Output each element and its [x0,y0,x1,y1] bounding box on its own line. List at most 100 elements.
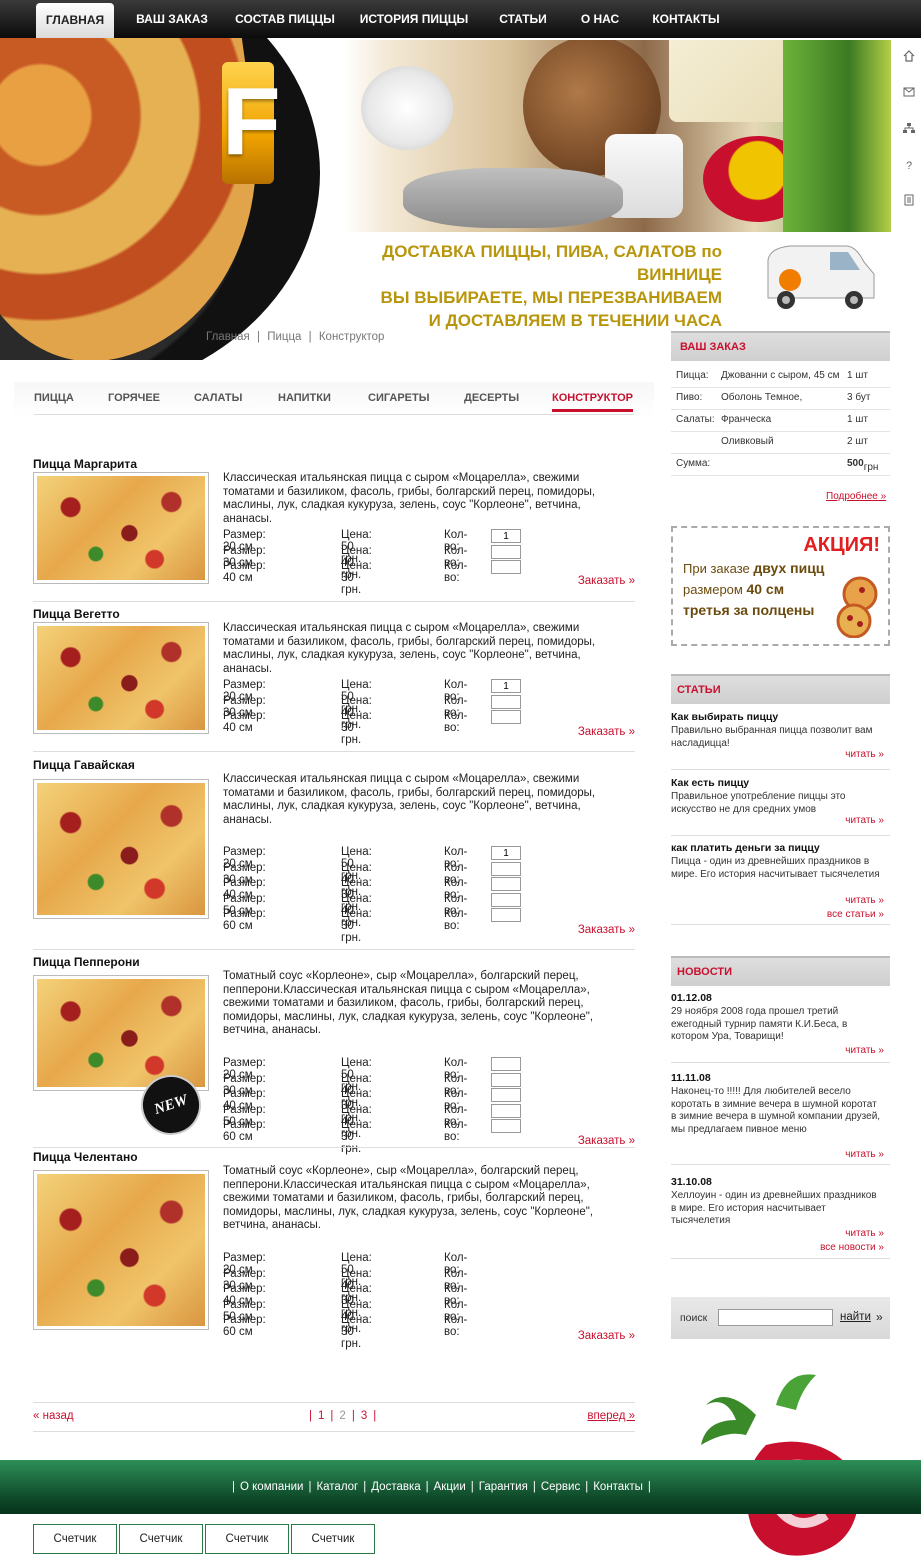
tab-constructor[interactable]: КОНСТРУКТОР [552,392,633,412]
quantity-input[interactable] [491,1119,521,1133]
quantity-input[interactable] [491,529,521,543]
all-articles-link[interactable]: все статьи » [827,909,884,920]
tab-drinks[interactable]: НАПИТКИ [278,392,331,404]
footer-link-delivery[interactable]: Доставка [371,1481,420,1493]
counter-badge[interactable]: Счетчик [119,1524,203,1554]
order-button[interactable]: Заказать » [578,1330,635,1342]
product-image[interactable] [33,975,209,1091]
page-link-1[interactable]: 1 [318,1410,324,1422]
site-logo[interactable]: F [222,62,281,184]
quantity-input[interactable] [491,694,521,709]
quantity-input[interactable] [491,908,521,922]
quantity-input[interactable] [491,846,521,860]
read-more-link[interactable]: читать » [845,1228,884,1239]
cart-details-link[interactable]: Подробнее » [826,491,886,502]
product-image[interactable] [33,1170,209,1330]
article-title[interactable]: как платить деньги за пиццу [671,842,890,854]
quantity-input[interactable] [491,1057,521,1071]
article-text: Пицца - один из древнейших праздников в … [671,856,880,880]
order-button[interactable]: Заказать » [578,726,635,738]
nav-item-your-order[interactable]: ВАШ ЗАКАЗ [126,0,218,38]
promo-pizza-image [836,576,878,638]
read-more-link[interactable]: читать » [845,749,884,760]
footer-link-catalog[interactable]: Каталог [316,1481,358,1493]
quantity-input[interactable] [491,1103,521,1118]
page-link-3[interactable]: 3 [361,1410,367,1422]
product-name[interactable]: Пицца Гавайская [33,758,135,772]
quantity-input[interactable] [491,1088,521,1102]
order-button[interactable]: Заказать » [578,924,635,936]
product-image[interactable] [33,472,209,584]
read-more-link[interactable]: читать » [845,1045,884,1056]
news-text: Хеллоуин - один из древнейших праздников… [671,1190,877,1226]
article-title[interactable]: Как есть пиццу [671,777,890,789]
article-title[interactable]: Как выбирать пиццу [671,711,890,723]
counter-badge[interactable]: Счетчик [205,1524,289,1554]
promo-line-3: И ДОСТАВЛЯЕМ В ТЕЧЕНИИ ЧАСА [428,311,722,330]
tab-cigarettes[interactable]: СИГАРЕТЫ [368,392,430,404]
read-more-link[interactable]: читать » [845,815,884,826]
footer-link-warranty[interactable]: Гарантия [479,1481,528,1493]
quantity-input[interactable] [491,679,521,693]
search-input[interactable] [718,1309,833,1326]
breadcrumb-home[interactable]: Главная [206,331,250,343]
footer-link-service[interactable]: Сервис [541,1481,580,1493]
all-news-link[interactable]: все новости » [820,1242,884,1253]
product-image[interactable] [33,779,209,919]
food-banner-image [343,40,891,232]
help-icon[interactable]: ? [901,158,917,174]
news-item: 31.10.08 Хеллоуин - один из древнейших п… [671,1176,890,1276]
tab-salads[interactable]: САЛАТЫ [194,392,242,404]
quantity-input[interactable] [491,710,521,724]
product-name[interactable]: Пицца Пепперони [33,955,140,969]
quantity-input[interactable] [491,861,521,876]
quantity-input[interactable] [491,560,521,574]
page-link-2[interactable]: 2 [339,1410,345,1422]
nav-item-pizza-composition[interactable]: СОСТАВ ПИЦЦЫ [230,0,340,38]
search-button[interactable]: найти [840,1311,871,1323]
mail-icon[interactable] [901,86,917,102]
promo-banner[interactable]: АКЦИЯ! При заказе двух пицц размером 40 … [671,526,890,646]
quantity-input[interactable] [491,544,521,559]
pagination-back-link[interactable]: « назад [33,1410,74,1422]
tab-desserts[interactable]: ДЕСЕРТЫ [464,392,519,404]
order-button[interactable]: Заказать » [578,1135,635,1147]
footer-link-company[interactable]: О компании [240,1481,303,1493]
product-item: Пицца Челентано Томатный соус «Корлеоне»… [33,1147,635,1350]
read-more-link[interactable]: читать » [845,895,884,906]
product-name[interactable]: Пицца Маргарита [33,457,137,471]
footer-link-promos[interactable]: Акции [434,1481,466,1493]
product-name[interactable]: Пицца Вегетто [33,607,120,621]
print-icon[interactable] [901,194,917,210]
product-name[interactable]: Пицца Челентано [33,1150,138,1164]
nav-item-articles[interactable]: СТАТЬИ [488,0,558,38]
footer-link-contacts[interactable]: Контакты [593,1481,643,1493]
home-icon[interactable] [901,50,917,66]
sitemap-icon[interactable] [901,122,917,138]
quantity-input[interactable] [491,892,521,907]
nav-item-home[interactable]: ГЛАВНАЯ [36,3,114,38]
nav-item-about[interactable]: О НАС [570,0,630,38]
product-image[interactable] [33,622,209,734]
tab-hot[interactable]: ГОРЯЧЕЕ [108,392,160,404]
read-more-link[interactable]: читать » [845,1149,884,1160]
tab-pizza[interactable]: ПИЦЦА [34,392,74,404]
product-item: Пицца Вегетто Классическая итальянская п… [33,607,635,755]
nav-item-pizza-history[interactable]: ИСТОРИЯ ПИЦЦЫ [352,0,476,38]
pagination-forward-link[interactable]: вперед » [587,1410,635,1422]
order-button[interactable]: Заказать » [578,575,635,587]
article-item: Как есть пиццу Правильное употребление п… [671,777,890,837]
quantity-input[interactable] [491,1072,521,1087]
articles-header: СТАТЬИ [671,674,890,704]
breadcrumb-pizza[interactable]: Пицца [267,331,301,343]
news-item: 11.11.08 Наконец-то !!!!! Для любителей … [671,1072,890,1166]
counter-badge[interactable]: Счетчик [33,1524,117,1554]
category-tabs: ПИЦЦА ГОРЯЧЕЕ САЛАТЫ НАПИТКИ СИГАРЕТЫ ДЕ… [14,382,654,418]
counter-badge[interactable]: Счетчик [291,1524,375,1554]
quantity-input[interactable] [491,877,521,891]
news-date: 11.11.08 [671,1072,711,1084]
search-box: поиск найти » [671,1297,890,1339]
nav-item-contacts[interactable]: КОНТАКТЫ [642,0,730,38]
article-item: как платить деньги за пиццу Пицца - один… [671,842,890,926]
breadcrumb-constructor[interactable]: Конструктор [319,331,385,343]
